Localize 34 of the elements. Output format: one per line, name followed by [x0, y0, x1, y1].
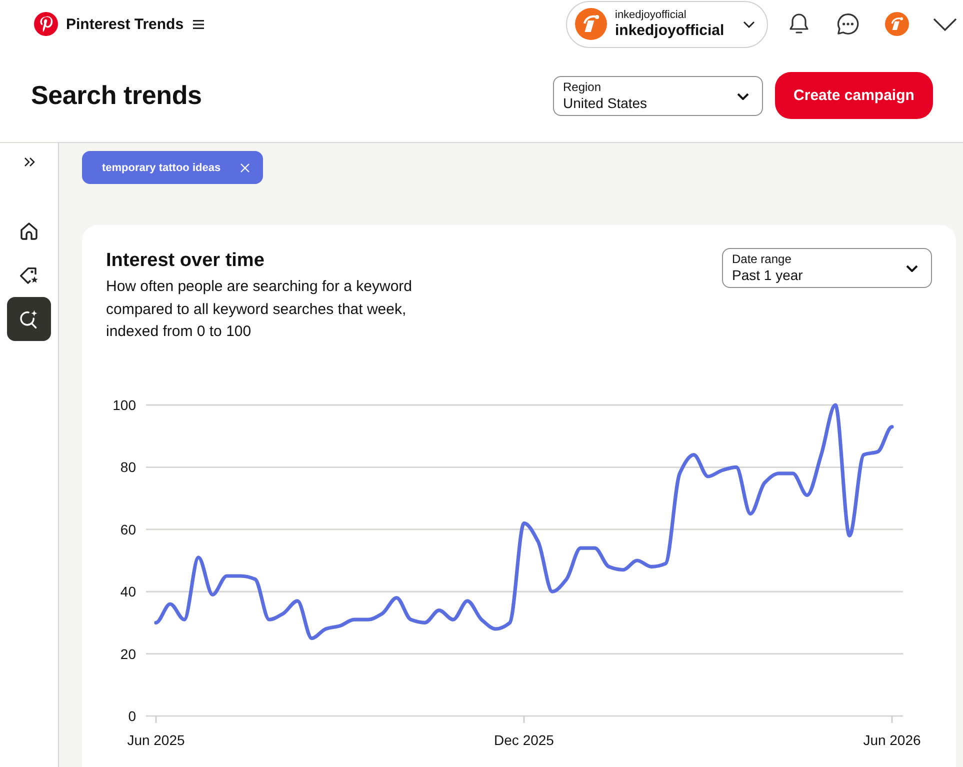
avatar-icon [575, 8, 607, 40]
x-axis-label: Jun 2025 [127, 732, 185, 748]
chevron-down-icon [906, 264, 918, 272]
x-axis-label: Jun 2026 [863, 732, 921, 748]
chevron-down-icon[interactable] [933, 18, 957, 30]
card-title: Interest over time [106, 249, 266, 273]
y-axis-label: 40 [120, 583, 136, 600]
tag-star-icon [19, 265, 39, 285]
y-axis-label: 80 [120, 458, 136, 475]
y-axis-label: 0 [128, 708, 136, 724]
logo-icon[interactable] [34, 12, 58, 36]
date-range-select[interactable]: Date range Past 1 year [722, 248, 932, 288]
region-select[interactable]: Region United States [553, 76, 763, 116]
x-axis-label: Dec 2025 [494, 732, 554, 748]
sidebar-item[interactable] [7, 297, 51, 341]
double-chevron-icon[interactable] [24, 157, 34, 167]
chevron-down-icon [743, 20, 755, 28]
search-sparkle-icon [19, 309, 39, 329]
card-description: How often people are searching for a keyword compared to all keyword searches that week, indexed from 0 to 100 [106, 277, 414, 342]
keyword-chip[interactable]: temporary tattoo ideas [82, 151, 263, 184]
page-title: Search trends [31, 80, 202, 110]
home-icon [19, 221, 39, 241]
close-icon[interactable] [240, 162, 250, 172]
chat-bubble-icon[interactable] [836, 12, 860, 36]
account-switcher[interactable]: inkedjoyofficial inkedjoyofficial [566, 0, 768, 48]
avatar-icon[interactable] [885, 12, 909, 36]
y-axis-label: 100 [112, 396, 136, 412]
y-axis-label: 20 [120, 645, 136, 662]
y-axis-label: 60 [120, 520, 136, 537]
chevron-down-icon [737, 92, 749, 100]
menu-icon[interactable] [192, 20, 204, 28]
app-name: Pinterest Trends [66, 16, 184, 32]
bell-icon[interactable] [787, 12, 811, 36]
create-campaign-button[interactable]: Create campaign [775, 72, 933, 118]
